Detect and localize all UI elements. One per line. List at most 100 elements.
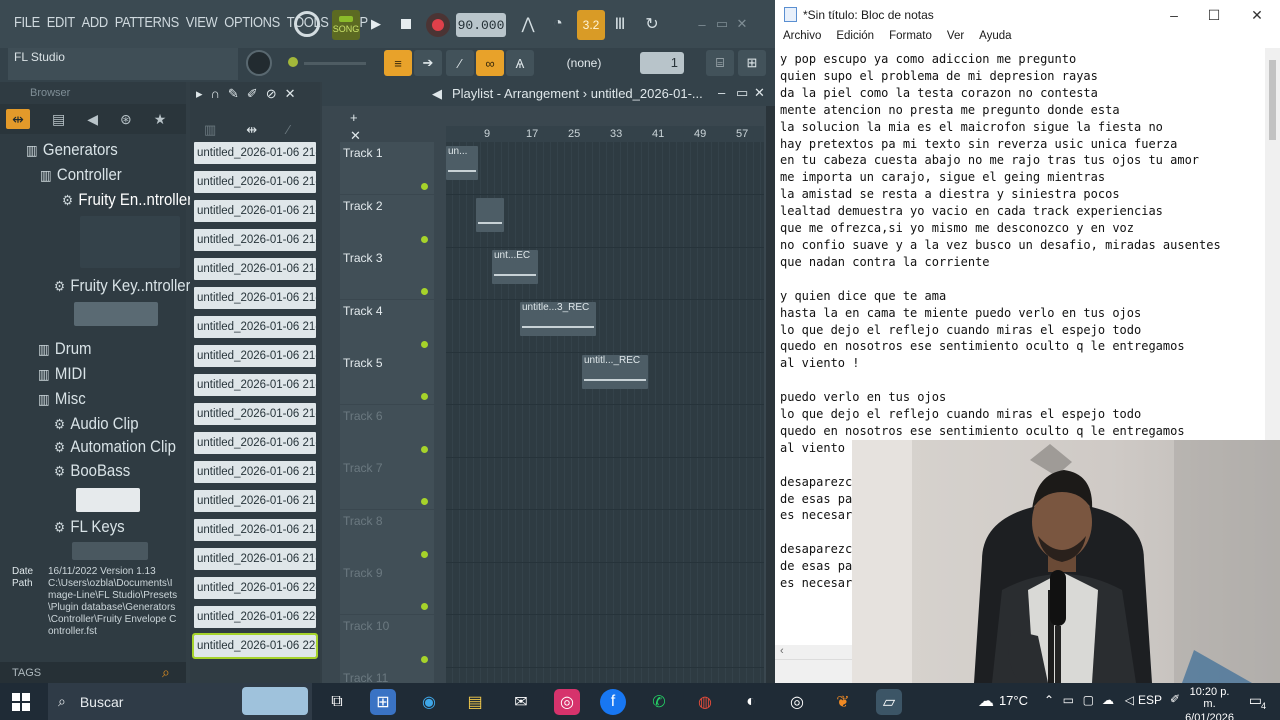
picker-icon[interactable]: ▥ [204,122,216,138]
track-mute-led[interactable] [421,603,428,610]
cloud-icon[interactable]: ☁ [1102,693,1114,707]
taskbar-search[interactable]: ⌕ Buscar [48,683,312,720]
menu-ayuda[interactable]: Ayuda [979,30,1011,48]
track-header[interactable]: Track 11 [340,667,434,683]
pattern-item[interactable]: untitled_2026-01-06 21-... [194,548,316,570]
close-icon[interactable]: ✕ [754,85,765,101]
loop-record-icon[interactable]: ↻ [640,12,664,36]
paint-icon[interactable]: ✐ [247,86,258,102]
menu-edit[interactable]: EDIT [47,14,75,31]
tree-midi[interactable]: ▥ MIDI [38,364,87,384]
pattern-item[interactable]: untitled_2026-01-06 21-... [194,519,316,541]
track-mute-led[interactable] [421,393,428,400]
track-header[interactable]: Track 8 [340,509,434,562]
audio-clip[interactable]: untitl..._REC [582,355,648,389]
tree-fl-keys[interactable]: ⚙ FL Keys [54,517,125,537]
pattern-item[interactable]: untitled_2026-01-06 22-... [194,606,316,628]
weather-icon[interactable]: ☁ [978,691,994,711]
temperature[interactable]: 17°C [999,693,1028,708]
tree-misc[interactable]: ▥ Misc [38,389,86,409]
chrome-icon[interactable]: ◍ [692,689,718,715]
fl-studio-taskbar-icon[interactable]: ❦ [830,689,856,715]
facebook-icon[interactable]: f [600,689,626,715]
task-view-icon[interactable]: ⧉ [324,689,350,715]
audio-clip[interactable]: untitle...3_REC [520,302,596,336]
obs-icon[interactable]: ◐ [738,689,764,715]
move-icon[interactable]: ⇹ [246,122,257,138]
minimize-icon[interactable]: – [1159,4,1189,26]
song-mode-button[interactable]: SONG [332,10,360,40]
track-header[interactable]: Track 4 [340,299,434,352]
pattern-item[interactable]: untitled_2026-01-06 21-... [194,258,316,280]
channel-rack-button[interactable]: ⌸ [706,50,734,76]
instagram-icon[interactable]: ◎ [554,689,580,715]
paint-tool-button[interactable]: ⁄ [446,50,474,76]
magnet-icon[interactable]: ∩ [211,86,220,102]
scroll-thumb[interactable] [1269,60,1276,140]
close-icon[interactable]: ✕ [1242,4,1272,26]
timeline-ruler[interactable]: 9 17 25 33 41 49 57 [446,126,764,142]
wait-input-icon[interactable]: ◔ [546,12,570,36]
arrow-tool-button[interactable]: ➔ [414,50,442,76]
track-header[interactable]: Track 9 [340,562,434,614]
tree-generators[interactable]: ▥ Generators [26,140,118,160]
tree-drum[interactable]: ▥ Drum [38,339,92,359]
mute-icon[interactable]: ✕ [285,86,296,102]
whatsapp-icon[interactable]: ✆ [646,689,672,715]
track-header[interactable]: Track 1 [340,142,434,194]
menu-edicion[interactable]: Edición [836,30,874,48]
pattern-item[interactable]: untitled_2026-01-06 21-... [194,461,316,483]
track-mute-led[interactable] [421,288,428,295]
add-track-icon[interactable]: + [350,110,358,125]
audio-clip[interactable] [476,198,504,232]
tree-fruity-envelope-controller[interactable]: ⚙ Fruity En..ntroller [62,190,192,210]
pencil-icon[interactable]: ✎ [228,86,239,102]
playlist-grid[interactable]: un... unt...EC untitle...3_REC untitl..._RE… [446,142,764,683]
metronome-icon[interactable]: ⋀ [516,12,540,36]
menu-patterns[interactable]: PATTERNS [115,14,179,31]
windows-start-icon[interactable] [12,693,30,711]
track-header[interactable]: Track 6 [340,404,434,457]
browser-project-tab[interactable]: ▤ [52,111,65,128]
menu-options[interactable]: OPTIONS [224,14,280,31]
piano-roll-button[interactable]: ⊞ [738,50,766,76]
delete-icon[interactable]: ⊘ [266,86,277,102]
arrow-icon[interactable]: ▸ [196,86,203,102]
pattern-item[interactable]: untitled_2026-01-06 21-... [194,200,316,222]
restore-icon[interactable]: ▭ [714,16,730,32]
pattern-item[interactable]: untitled_2026-01-06 22-... [194,577,316,599]
brush-icon[interactable]: ⁄ [287,122,289,138]
mail-icon[interactable]: ✉ [508,689,534,715]
language-indicator[interactable]: ESP [1138,693,1162,707]
menu-archivo[interactable]: Archivo [783,30,821,48]
menu-formato[interactable]: Formato [889,30,932,48]
track-header[interactable]: Track 5 [340,352,434,404]
pattern-item[interactable]: untitled_2026-01-06 21-... [194,229,316,251]
pattern-item[interactable]: untitled_2026-01-06 21-... [194,374,316,396]
pattern-item[interactable]: untitled_2026-01-06 21-... [194,432,316,454]
pattern-item[interactable]: untitled_2026-01-06 21-... [194,345,316,367]
audio-clip[interactable]: un... [446,146,478,180]
track-header[interactable]: Track 2 [340,194,434,247]
track-header[interactable]: Track 3 [340,247,434,299]
pattern-item[interactable]: untitled_2026-01-06 21-... [194,490,316,512]
track-mute-led[interactable] [421,445,428,453]
track-mute-led[interactable] [421,235,428,243]
browser-favorites-tab[interactable]: ★ [154,111,167,128]
playlist-view-button[interactable]: ≡ [384,50,412,76]
tree-controller[interactable]: ▥ Controller [40,165,122,185]
track-mute-led[interactable] [421,340,428,348]
track-mute-led[interactable] [421,655,428,663]
master-pitch-slider[interactable] [304,62,366,65]
menu-ver[interactable]: Ver [947,30,964,48]
track-header[interactable]: Track 10 [340,614,434,667]
playlist-scrollbar[interactable] [766,106,775,683]
tray-arrow-icon[interactable]: ⌃ [1044,693,1054,707]
volume-icon[interactable]: ◁ [1125,693,1134,707]
clock[interactable]: 10:20 p. m. 6/01/2026 [1185,686,1234,720]
track-mute-led[interactable] [421,498,428,505]
tree-automation-clip[interactable]: ⚙ Automation Clip [54,437,176,457]
tree-boobass[interactable]: ⚙ BooBass [54,461,130,481]
menu-add[interactable]: ADD [82,14,109,31]
pen-icon[interactable]: ✐ [1170,692,1180,706]
